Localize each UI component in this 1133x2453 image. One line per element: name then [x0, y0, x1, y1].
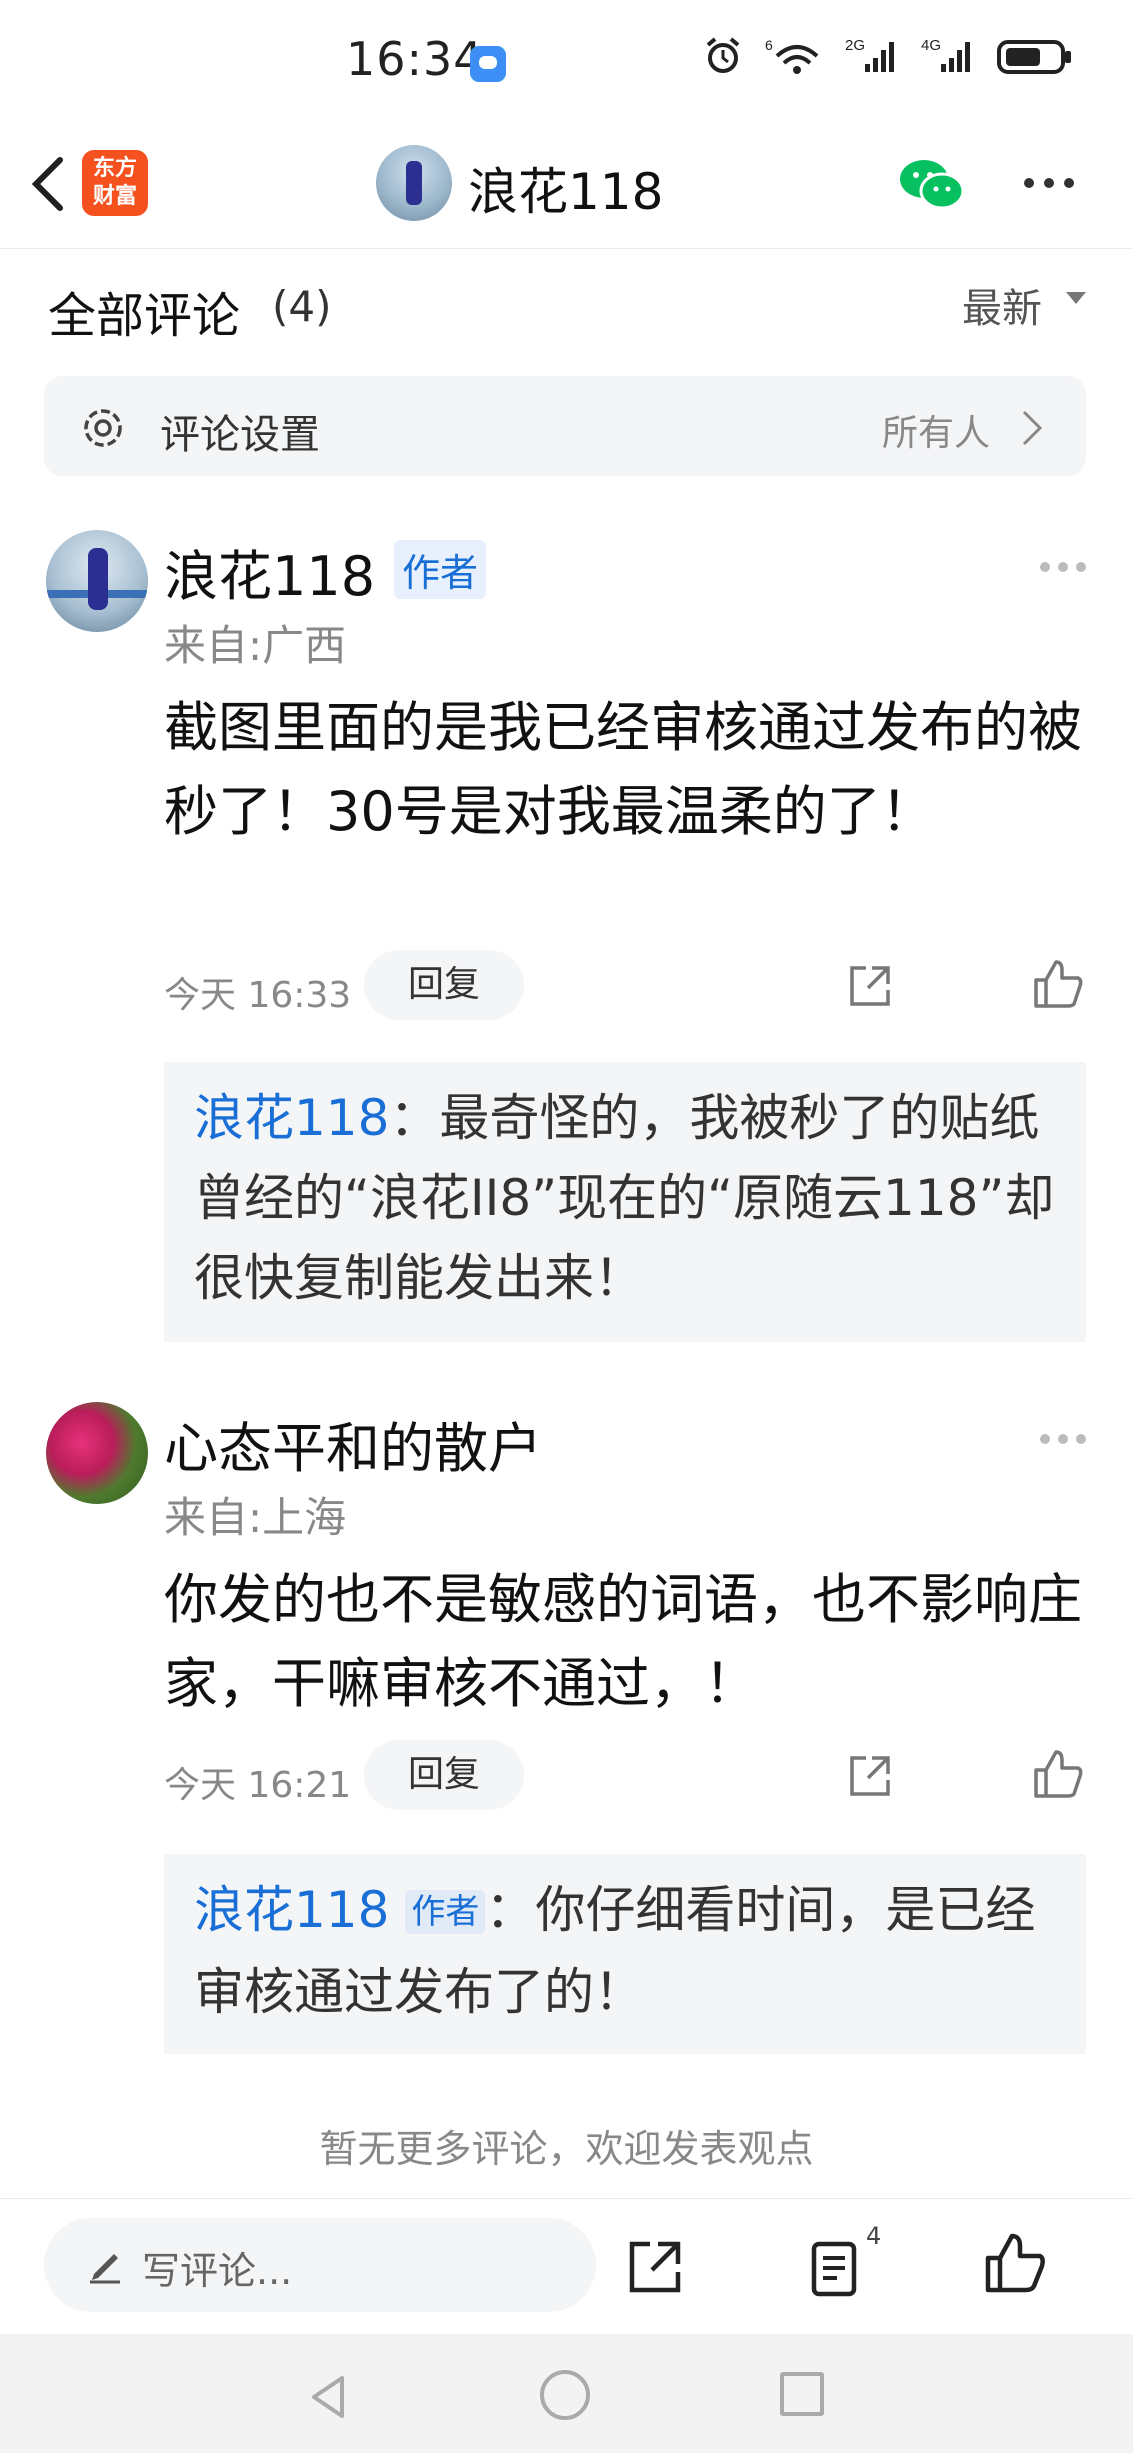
comment-timestamp: 今天 16:21: [164, 1765, 352, 1806]
sort-dropdown[interactable]: 最新: [962, 276, 1042, 334]
signal-4g-icon: 4G: [921, 37, 970, 72]
avatar[interactable]: [46, 1402, 148, 1504]
network-label-1: 6: [765, 37, 773, 53]
message-notification-icon: [470, 46, 506, 82]
author-badge: 作者: [394, 540, 487, 599]
comment-location: 来自:广西: [164, 621, 347, 670]
share-icon[interactable]: [846, 962, 894, 1010]
comment-count-badge: 4: [866, 2222, 882, 2250]
system-home-icon[interactable]: [540, 2370, 590, 2420]
system-recents-icon[interactable]: [780, 2372, 824, 2416]
battery-icon: [997, 40, 1071, 74]
comment-more-icon[interactable]: [1040, 562, 1086, 572]
network-label-2: 2G: [845, 37, 865, 54]
more-options-icon[interactable]: [1024, 178, 1074, 188]
avatar[interactable]: [46, 530, 148, 632]
comment-timestamp: 今天 16:33: [164, 975, 352, 1016]
wechat-share-icon[interactable]: [898, 157, 964, 211]
reply-author-name[interactable]: 浪花118: [194, 1881, 389, 1939]
write-comment-placeholder[interactable]: 写评论...: [142, 2240, 292, 2295]
caret-down-icon[interactable]: [1066, 292, 1086, 304]
comment-more-icon[interactable]: [1040, 1434, 1086, 1444]
comment-content: 你发的也不是敏感的词语，也不影响庄家，干嘛审核不通过，！: [164, 1568, 1082, 1715]
reply-author-name[interactable]: 浪花118: [194, 1089, 389, 1147]
app-logo-line2: 财富: [92, 184, 137, 209]
share-icon[interactable]: [846, 1752, 894, 1800]
alarm-icon: [706, 37, 740, 73]
reply-button[interactable]: 回复: [364, 1740, 524, 1810]
signal-2g-icon: 2G: [845, 37, 894, 72]
comment-location: 来自:上海: [164, 1493, 347, 1542]
settings-label: 评论设置: [160, 412, 320, 458]
reply-button[interactable]: 回复: [364, 950, 524, 1020]
thumbs-up-icon[interactable]: [984, 2232, 1046, 2294]
chevron-right-icon: [1022, 410, 1043, 446]
nav-avatar[interactable]: [376, 145, 452, 221]
gear-icon: [84, 409, 122, 447]
thumbs-up-icon[interactable]: [1032, 1748, 1084, 1800]
app-logo-line1: 东方: [92, 156, 137, 181]
no-more-comments-note: 暂无更多评论，欢迎发表观点: [319, 2127, 814, 2171]
back-arrow-icon[interactable]: [22, 148, 74, 220]
reply-box[interactable]: 浪花118：最奇怪的，我被秒了的贴纸曾经的“浪花II8”现在的“原随云118”却…: [164, 1062, 1086, 1342]
thumbs-up-icon[interactable]: [1032, 958, 1084, 1010]
network-label-3: 4G: [921, 37, 941, 54]
write-comment-input[interactable]: [44, 2218, 596, 2312]
share-icon[interactable]: [626, 2238, 684, 2296]
page-title: 浪花118: [468, 163, 664, 221]
comment-list-icon[interactable]: [810, 2236, 862, 2298]
author-badge: 作者: [405, 1890, 486, 1934]
reply-box[interactable]: 浪花118 作者 ：你仔细看时间，是已经审核通过发布了的！: [164, 1854, 1086, 2054]
comment-author-name[interactable]: 浪花118: [164, 532, 375, 611]
comments-title: 全部评论: [48, 288, 241, 344]
system-back-icon[interactable]: [306, 2372, 350, 2422]
comment-content: 截图里面的是我已经审核通过发布的被秒了！30号是对我最温柔的了！: [164, 696, 1082, 843]
wifi-icon: 6: [765, 37, 819, 74]
pen-icon: [90, 2254, 120, 2284]
status-icons: 6 2G 4G: [703, 36, 1073, 76]
status-time: 16:34: [346, 32, 484, 86]
app-logo[interactable]: 东方 财富: [82, 150, 148, 216]
comment-author-name[interactable]: 心态平和的散户: [164, 1404, 542, 1483]
settings-value: 所有人: [882, 413, 991, 454]
comments-count: (4): [272, 282, 332, 331]
